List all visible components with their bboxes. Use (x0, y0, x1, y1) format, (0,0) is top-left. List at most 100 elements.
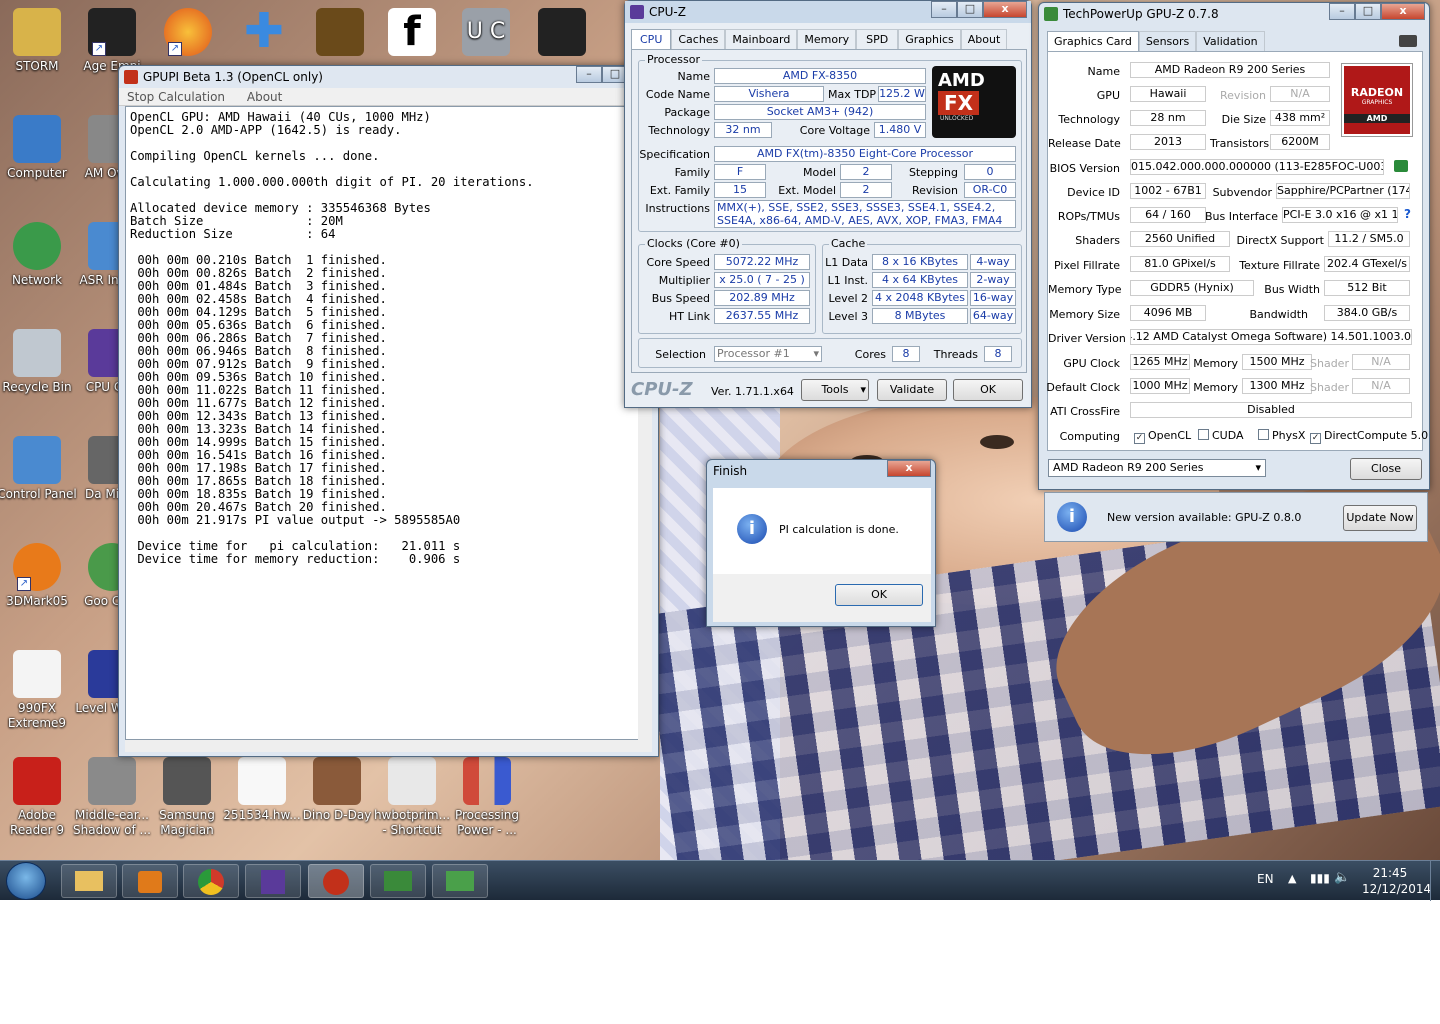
directcompute-checkbox[interactable]: ✓ DirectCompute 5.0 (1310, 429, 1428, 444)
desktop-icon-251534[interactable]: 251534.hw... (220, 757, 304, 823)
tab-sensors[interactable]: Sensors (1138, 31, 1197, 51)
update-now-button[interactable]: Update Now (1343, 505, 1417, 531)
model-field: 2 (840, 164, 892, 180)
close-button[interactable]: x (887, 460, 931, 477)
minimize-button[interactable]: – (931, 1, 957, 18)
language-indicator[interactable]: EN (1257, 872, 1274, 886)
maximize-button[interactable]: □ (1355, 3, 1381, 20)
l2-way-field: 16-way (970, 290, 1016, 306)
recycle-bin-icon (13, 329, 61, 377)
shortcut-arrow-icon: ↗ (17, 577, 31, 591)
taskbar-explorer[interactable] (61, 864, 117, 898)
close-button[interactable]: x (983, 1, 1027, 18)
desktop-icon-network[interactable]: Network (0, 222, 79, 288)
folder-icon (13, 8, 61, 56)
tab-memory[interactable]: Memory (797, 29, 857, 49)
tab-about[interactable]: About (960, 29, 1008, 49)
finish-titlebar[interactable]: Finish x (707, 460, 935, 482)
taskbar-chrome[interactable] (183, 864, 239, 898)
validate-button[interactable]: Validate (877, 379, 947, 401)
physx-checkbox[interactable]: PhysX (1258, 429, 1305, 442)
camera-icon[interactable] (1399, 35, 1417, 47)
minimize-button[interactable]: – (576, 66, 602, 83)
close-button[interactable]: x (1381, 3, 1425, 20)
core-speed-field: 5072.22 MHz (714, 254, 810, 270)
network-signal-icon[interactable]: ▮▮▮ (1310, 871, 1330, 885)
maximize-button[interactable]: □ (957, 1, 983, 18)
finish-dialog: Finish x i PI calculation is done. OK (706, 459, 936, 627)
tab-graphics[interactable]: Graphics (898, 29, 961, 49)
desktop-icon-recycle-bin[interactable]: Recycle Bin (0, 329, 79, 395)
java-icon (388, 757, 436, 805)
taskbar-media-player[interactable] (122, 864, 178, 898)
tools-button[interactable]: Tools ▾ (801, 379, 869, 401)
gpuz-icon (384, 871, 412, 891)
opencl-checkbox[interactable]: ✓ OpenCL (1134, 429, 1191, 444)
adobe-reader-icon (13, 757, 61, 805)
tab-cpu[interactable]: CPU (631, 29, 672, 49)
tab-spd[interactable]: SPD (856, 29, 899, 49)
menu-stop-calculation[interactable]: Stop Calculation (127, 90, 225, 104)
desktop-icon-samsung-magician[interactable]: Samsung Magician (145, 757, 229, 838)
help-question-icon[interactable]: ? (1404, 207, 1411, 221)
l2-field: 4 x 2048 KBytes (872, 290, 968, 306)
desktop-icon-facebook[interactable]: f (370, 8, 454, 64)
horizontal-scrollbar[interactable] (125, 740, 652, 752)
l1-data-field: 8 x 16 KBytes (872, 254, 968, 270)
desktop-icon-middle-earth[interactable]: Middle-ear... Shadow of ... (70, 757, 154, 838)
cuda-checkbox[interactable]: CUDA (1198, 429, 1244, 442)
cores-field: 8 (892, 346, 920, 362)
gpuz-close-button[interactable]: Close (1350, 458, 1422, 480)
desktop-icon-firefox[interactable]: ↗ (146, 8, 230, 64)
clock[interactable]: 21:45 12/12/2014 (1362, 865, 1431, 897)
taskbar-gpupi[interactable] (308, 864, 364, 898)
folder-icon (75, 871, 103, 891)
tab-caches[interactable]: Caches (671, 29, 726, 49)
radeon-logo: RADEON GRAPHICS AMD (1341, 63, 1413, 137)
finish-ok-button[interactable]: OK (835, 584, 923, 606)
show-desktop-button[interactable] (1430, 861, 1440, 901)
bar-chart-icon (463, 757, 511, 805)
ht-link-field: 2637.55 MHz (714, 308, 810, 324)
desktop-icon-control-panel[interactable]: Control Panel (0, 436, 79, 502)
show-hidden-icons[interactable]: ▲ (1288, 872, 1296, 885)
menu-about[interactable]: About (247, 90, 282, 104)
tab-mainboard[interactable]: Mainboard (725, 29, 798, 49)
desktop-icon-processing-power[interactable]: Processing Power - ... (445, 757, 529, 838)
desktop-icon-storm[interactable]: STORM (0, 8, 79, 74)
desktop-icon-computer[interactable]: Computer (0, 115, 79, 181)
desktop-icon-uc[interactable]: U C (444, 8, 528, 64)
gpuz-update-bar: i New version available: GPU-Z 0.8.0 Upd… (1044, 492, 1428, 542)
processor-select[interactable]: Processor #1 ▾ (714, 346, 822, 362)
desktop-icon-adobe-reader[interactable]: Adobe Reader 9 (0, 757, 79, 838)
desktop-icon-3dmark05[interactable]: ↗ 3DMark05 (0, 543, 79, 609)
info-icon: i (737, 514, 767, 544)
taskbar-app[interactable] (432, 864, 488, 898)
desktop-icon-plus[interactable]: ✚ (222, 7, 306, 64)
desktop-icon-rog[interactable] (520, 8, 604, 64)
cpuz-ok-button[interactable]: OK (953, 379, 1023, 401)
desktop-icon-dino-dday[interactable]: Dino D-Day (295, 757, 379, 823)
3dmark-icon: ↗ (13, 543, 61, 591)
clock-time: 21:45 (1372, 866, 1408, 880)
minimize-button[interactable]: – (1329, 3, 1355, 20)
tab-graphics-card[interactable]: Graphics Card (1047, 31, 1139, 51)
taskbar-gpuz[interactable] (370, 864, 426, 898)
desktop-icon-990fx[interactable]: 990FX Extreme9 (0, 650, 79, 731)
threads-field: 8 (984, 346, 1012, 362)
gpu-select[interactable]: AMD Radeon R9 200 Series ▾ (1048, 459, 1266, 477)
gpupi-title: GPUPI Beta 1.3 (OpenCL only) (143, 70, 323, 84)
cpuz-titlebar[interactable]: CPU-Z – □ x (625, 1, 1031, 23)
cpu-name-field: AMD FX-8350 (714, 68, 926, 84)
cpuz-title: CPU-Z (649, 5, 686, 19)
start-button[interactable] (6, 862, 46, 900)
bios-save-icon[interactable] (1394, 160, 1408, 172)
gpuz-titlebar[interactable]: TechPowerUp GPU-Z 0.7.8 – □ x (1039, 3, 1429, 25)
samurai-icon (316, 8, 364, 56)
volume-icon[interactable]: 🔈 (1334, 870, 1350, 885)
desktop-icon-hwbotprime[interactable]: hwbotprim... - Shortcut (370, 757, 454, 838)
tab-validation[interactable]: Validation (1196, 31, 1265, 51)
gpupi-titlebar[interactable]: GPUPI Beta 1.3 (OpenCL only) – □ (119, 66, 658, 88)
check-icon: ✓ (1310, 433, 1321, 444)
taskbar-cpuz[interactable] (245, 864, 301, 898)
